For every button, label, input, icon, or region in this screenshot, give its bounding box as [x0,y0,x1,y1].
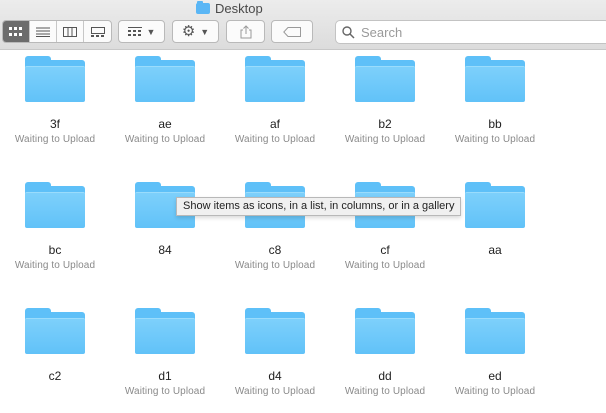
window-title: Desktop [196,0,263,16]
column-view-button[interactable] [57,21,84,42]
folder-name: 84 [158,243,172,257]
upload-status: Waiting to Upload [124,134,206,145]
icon-grid: 3f Waiting to Upload ae Waiting to Uploa… [0,51,606,413]
folder-name: ae [158,117,172,131]
group-by-icon [127,26,142,36]
upload-status: Waiting to Upload [344,260,426,271]
group-by-button[interactable]: ▼ [118,20,165,43]
folder-item[interactable]: ed Waiting to Upload [440,308,550,398]
folder-icon [465,56,525,102]
folder-item[interactable]: 3f Waiting to Upload [0,56,110,146]
folder-item[interactable]: c8 Waiting to Upload [220,182,330,272]
folder-icon [245,56,305,102]
search-input[interactable] [361,24,581,40]
finder-window: Desktop ▼ ⚙ ▼ Search 3f Waiting to Uploa… [0,0,606,413]
folder-icon [465,308,525,354]
icon-view-button[interactable] [3,21,30,42]
view-mode-segmented-control [2,20,112,43]
folder-name: dd [378,369,392,383]
folder-item[interactable]: ae Waiting to Upload [110,56,220,146]
folder-item[interactable]: bc Waiting to Upload [0,182,110,272]
window-title-text: Desktop [215,0,263,16]
list-view-icon [36,27,50,37]
folder-name: d1 [158,369,172,383]
chevron-down-icon: ▼ [146,26,156,37]
folder-name: af [269,117,280,131]
tooltip: Show items as icons, in a list, in colum… [176,197,462,216]
folder-icon [135,56,195,102]
upload-status: Waiting to Upload [454,386,536,397]
folder-item[interactable]: d1 Waiting to Upload [110,308,220,398]
share-icon [240,24,251,38]
folder-icon [465,182,525,228]
folder-item[interactable]: cf Waiting to Upload [330,182,440,272]
folder-icon [25,308,85,354]
folder-icon [25,56,85,102]
folder-icon [245,308,305,354]
chevron-down-icon: ▼ [200,26,210,37]
folder-name: cf [380,243,390,257]
folder-icon [355,56,415,102]
folder-icon [196,0,210,14]
upload-status: Waiting to Upload [234,134,316,145]
folder-name: bc [48,243,62,257]
folder-item[interactable]: bb Waiting to Upload [440,56,550,146]
upload-status [0,385,110,398]
action-button[interactable]: ⚙ ▼ [172,20,219,43]
folder-item[interactable]: d4 Waiting to Upload [220,308,330,398]
upload-status [110,259,220,272]
upload-status: Waiting to Upload [234,260,316,271]
upload-status: Waiting to Upload [124,386,206,397]
folder-name: ed [488,369,502,383]
folder-name: aa [488,243,502,257]
folder-name: c2 [48,369,62,383]
column-view-icon [63,26,77,37]
folder-name: 3f [49,117,60,131]
list-view-button[interactable] [30,21,57,42]
search-icon [342,25,355,39]
folder-item[interactable]: dd Waiting to Upload [330,308,440,398]
folder-name: c8 [268,243,282,257]
folder-item[interactable]: b2 Waiting to Upload [330,56,440,146]
share-button[interactable] [226,20,265,43]
gallery-view-button[interactable] [84,21,111,42]
folder-name: bb [488,117,502,131]
folder-name: d4 [268,369,282,383]
upload-status [440,259,550,272]
folder-icon [135,308,195,354]
upload-status: Waiting to Upload [234,386,316,397]
folder-item[interactable]: c2 [0,308,110,398]
upload-status: Waiting to Upload [14,260,96,271]
folder-item[interactable]: af Waiting to Upload [220,56,330,146]
icon-view-icon [9,26,22,36]
folder-item[interactable]: aa [440,182,550,272]
tag-icon [283,26,301,37]
gallery-view-icon [90,26,105,37]
search-field[interactable] [335,20,606,44]
folder-icon [25,182,85,228]
upload-status: Waiting to Upload [344,134,426,145]
upload-status: Waiting to Upload [14,134,96,145]
gear-icon: ⚙ [181,23,196,40]
folder-icon [355,308,415,354]
tag-button[interactable] [271,20,313,43]
toolbar: Desktop ▼ ⚙ ▼ Search [0,0,606,50]
folder-name: b2 [378,117,392,131]
upload-status: Waiting to Upload [454,134,536,145]
upload-status: Waiting to Upload [344,386,426,397]
folder-item[interactable]: 84 [110,182,220,272]
